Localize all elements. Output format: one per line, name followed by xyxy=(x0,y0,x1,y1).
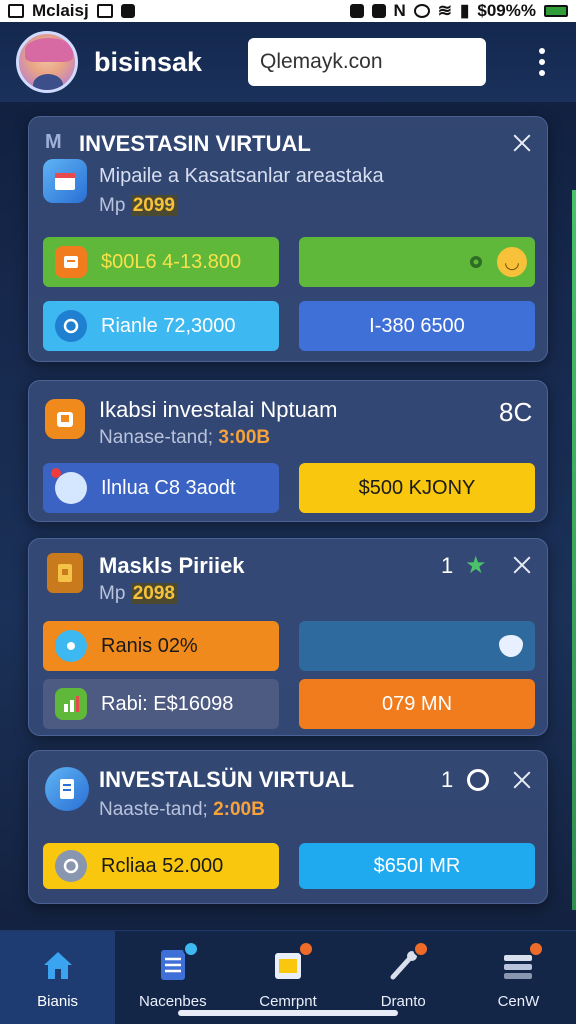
amount-button[interactable]: I-380 6500 xyxy=(299,301,535,351)
close-icon[interactable] xyxy=(511,554,533,576)
stack-icon xyxy=(498,941,545,985)
gear-icon xyxy=(470,256,482,268)
package-icon xyxy=(47,553,83,593)
close-icon[interactable] xyxy=(511,132,533,154)
investment-card-4[interactable]: INVESTALSÜN VIRTUAL 1 Naaste-tand; 2:00B… xyxy=(28,750,548,904)
investment-card-2[interactable]: Ikabsi investalai Nptuam 8C Nanase-tand;… xyxy=(28,380,548,522)
signal-icon: ▮ xyxy=(460,1,470,20)
nav-label: CenW xyxy=(497,993,540,1010)
alarm-icon xyxy=(413,4,430,18)
card-title: INVESTASIN VIRTUAL xyxy=(79,131,311,156)
card-title-prefix: M xyxy=(45,131,62,153)
rabi-button[interactable]: Rabi: E$16098 xyxy=(43,679,279,729)
scroll-indicator xyxy=(572,190,576,910)
close-icon[interactable] xyxy=(511,769,533,791)
calendar-icon xyxy=(43,159,87,203)
document-icon xyxy=(153,941,199,985)
shield-icon xyxy=(499,635,523,657)
screen-icon xyxy=(8,4,24,18)
wallet-icon xyxy=(55,246,87,278)
invest-button[interactable]: $500 KJONY xyxy=(299,463,535,513)
search-circle-icon[interactable] xyxy=(467,769,489,791)
shield-button[interactable] xyxy=(299,621,535,671)
card-count: 8C xyxy=(499,397,533,427)
badge-icon xyxy=(51,468,87,504)
card-meta: Mp 2098 xyxy=(99,583,177,604)
clipboard-icon xyxy=(268,941,314,985)
close-notif-icon xyxy=(349,4,364,18)
return-button[interactable]: Rcliaa 52.000 xyxy=(43,843,279,889)
info-button[interactable]: Ilnlua C8 3aodt xyxy=(43,463,279,513)
smile-icon: ◡ xyxy=(497,247,527,277)
app-title: bisinsak xyxy=(94,46,203,77)
nav-label: Cemrpnt xyxy=(259,993,317,1010)
card-count: 1 xyxy=(441,767,454,792)
card-subtitle: Mipaile a Kasatsanlar areastaka xyxy=(99,165,384,187)
balance-button[interactable]: $00L6 4-13.800 xyxy=(43,237,279,287)
nav-label: Nacenbes xyxy=(139,993,207,1010)
wifi-icon: ≋ xyxy=(437,1,453,20)
avatar[interactable] xyxy=(16,31,78,93)
battery-text: $09%% xyxy=(477,1,536,20)
star-icon[interactable]: ★ xyxy=(465,551,487,580)
card-count: 1 xyxy=(441,553,454,578)
nav-item-home[interactable]: Bianis xyxy=(0,931,116,1024)
card-title: INVESTALSÜN VIRTUAL xyxy=(99,767,355,792)
bag-icon xyxy=(45,399,85,439)
settings-button[interactable]: ◡ xyxy=(299,237,535,287)
card-title: Ikabsi investalai Nptuam xyxy=(99,397,338,422)
nav-label: Bianis xyxy=(37,993,79,1010)
amount-button[interactable]: $650I MR xyxy=(299,843,535,889)
carrier-label: Mclaisj xyxy=(32,1,89,20)
rate-button[interactable]: Ranis 02% xyxy=(43,621,279,671)
timer-icon xyxy=(55,850,87,882)
amount-button[interactable]: 079 MN xyxy=(299,679,535,729)
file-icon xyxy=(45,767,89,811)
investment-card-3[interactable]: Maskls Piriiek 1 ★ Mp 2098 Ranis 02% Rab… xyxy=(28,538,548,736)
more-menu-icon[interactable] xyxy=(538,48,546,76)
card-meta: Nanase-tand; 3:00B xyxy=(99,427,271,448)
wrench-icon xyxy=(383,941,430,985)
location-icon xyxy=(371,4,386,18)
search-bar xyxy=(248,38,486,86)
nav-item-center[interactable]: CenW xyxy=(461,931,576,1024)
notification-icon xyxy=(120,4,135,18)
rank-button[interactable]: Rianle 72,3000 xyxy=(43,301,279,351)
eye-icon xyxy=(55,630,87,662)
status-bar: Mclaisj N ≋ ▮ $09%% xyxy=(0,0,576,22)
home-icon xyxy=(38,945,78,985)
card-title: Maskls Piriiek xyxy=(99,553,245,578)
message-icon xyxy=(96,4,113,18)
battery-icon xyxy=(544,5,568,17)
investment-card-1[interactable]: M INVESTASIN VIRTUAL Mipaile a Kasatsanl… xyxy=(28,116,548,362)
refresh-icon xyxy=(55,310,87,342)
app-header: bisinsak xyxy=(0,22,576,102)
search-input[interactable] xyxy=(248,38,486,86)
chart-icon xyxy=(55,688,87,720)
card-meta: Naaste-tand; 2:00B xyxy=(99,799,265,820)
network-icon: N xyxy=(393,1,406,20)
home-indicator[interactable] xyxy=(178,1010,398,1016)
nav-label: Dranto xyxy=(380,993,426,1010)
card-meta: Mp 2099 xyxy=(99,195,177,216)
